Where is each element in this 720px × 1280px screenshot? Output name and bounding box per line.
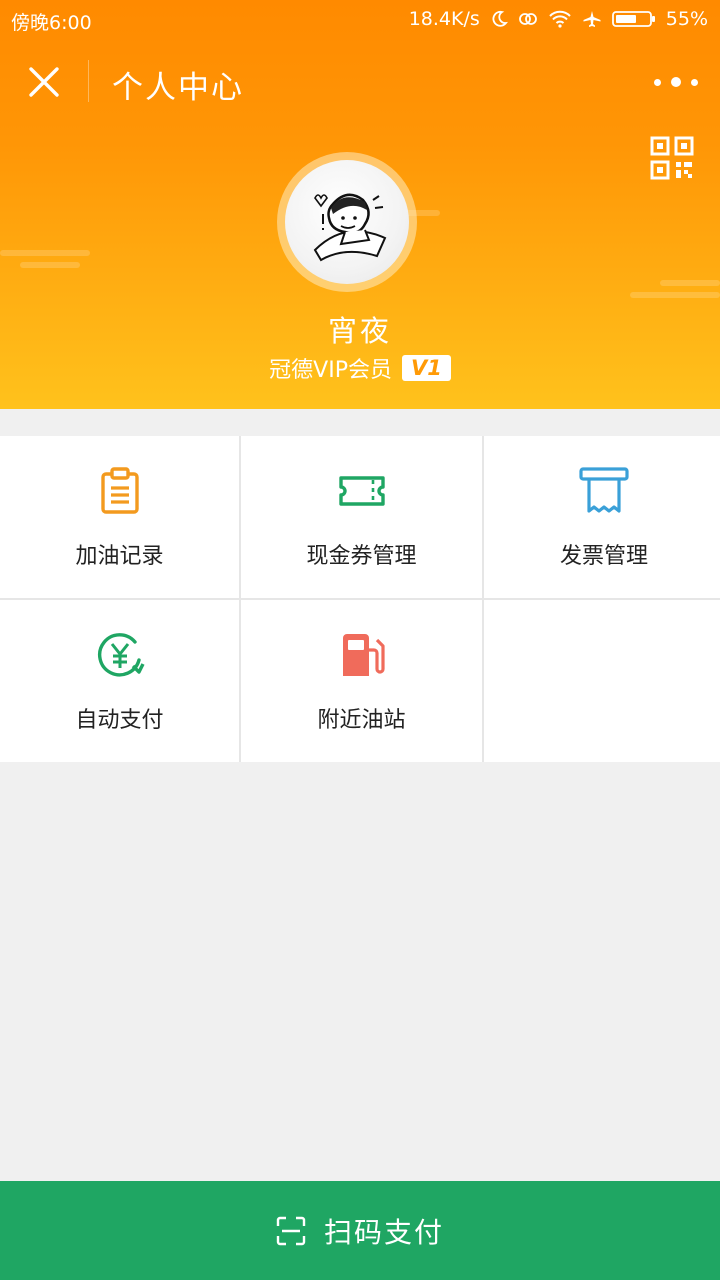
nav-bar: 个人中心 — [0, 48, 720, 116]
status-bar: 傍晚6:00 18.4K/s 55% — [0, 0, 720, 40]
menu-label: 附近油站 — [317, 708, 406, 733]
close-button[interactable] — [22, 60, 66, 104]
qr-code-icon — [650, 136, 694, 180]
cloud-decoration — [630, 292, 720, 298]
nav-divider — [88, 60, 89, 102]
battery-level: 55% — [665, 8, 708, 30]
menu-label: 现金券管理 — [306, 544, 417, 569]
scan-pay-button[interactable]: 扫码支付 — [0, 1181, 720, 1280]
scan-pay-label: 扫码支付 — [323, 1215, 444, 1249]
status-time: 傍晚6:00 — [11, 12, 92, 34]
avatar[interactable] — [285, 160, 409, 284]
receipt-icon — [579, 467, 629, 513]
page-title: 个人中心 — [112, 70, 244, 106]
airplane-icon — [583, 11, 601, 27]
qr-code-button[interactable] — [650, 136, 694, 180]
menu-item-empty — [484, 600, 720, 762]
member-info: 冠德VIP会员 V1 — [0, 352, 720, 384]
battery-icon — [611, 11, 655, 27]
menu-item-fuel-records[interactable]: 加油记录 — [0, 436, 239, 598]
more-dot — [671, 77, 681, 87]
cloud-decoration — [20, 262, 80, 268]
menu-item-nearby-stations[interactable]: 附近油站 — [241, 600, 482, 762]
menu-item-coupons[interactable]: 现金券管理 — [241, 436, 482, 598]
username: 宵夜 — [327, 314, 392, 348]
cloud-decoration — [0, 250, 90, 256]
clipboard-icon — [100, 467, 139, 514]
scan-icon — [276, 1216, 306, 1245]
link-icon — [518, 13, 537, 25]
menu-label: 发票管理 — [559, 544, 648, 569]
more-button[interactable] — [654, 68, 698, 96]
menu-label: 加油记录 — [75, 544, 164, 569]
wifi-icon — [549, 10, 571, 28]
moon-icon — [492, 10, 508, 27]
more-dot — [654, 78, 661, 86]
avatar-image — [313, 193, 387, 262]
member-type: 冠德VIP会员 — [269, 358, 392, 383]
fuel-pump-icon — [342, 634, 385, 676]
status-indicators: 18.4K/s 55% — [409, 8, 708, 30]
more-dot — [691, 78, 698, 86]
menu-label: 自动支付 — [75, 708, 164, 733]
menu-item-auto-pay[interactable]: 自动支付 — [0, 600, 239, 762]
vip-level-badge: V1 — [401, 355, 451, 381]
menu-item-invoices[interactable]: 发票管理 — [484, 436, 720, 598]
network-speed: 18.4K/s — [408, 8, 480, 30]
cloud-decoration — [660, 280, 720, 286]
profile-header: 傍晚6:00 18.4K/s 55% 个人中心 宵夜 冠德VIP会员 V1 — [0, 0, 720, 409]
ticket-icon — [338, 476, 385, 506]
menu-grid: 加油记录 现金券管理 发票管理 自动支付 附近油站 — [0, 436, 720, 762]
auto-pay-icon — [97, 633, 145, 677]
close-icon — [29, 67, 59, 97]
